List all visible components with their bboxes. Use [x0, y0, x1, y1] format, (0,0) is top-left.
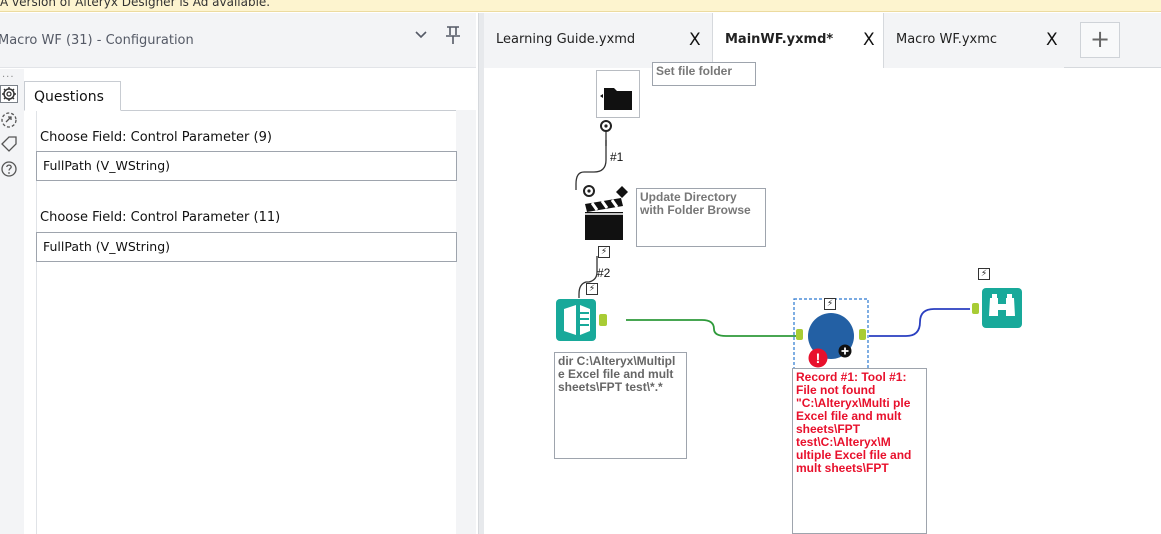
- connection-label: #2: [597, 266, 611, 280]
- update-banner-text: A version of Alteryx Designer is Ad avai…: [0, 0, 271, 9]
- browse-tool[interactable]: [972, 286, 1028, 330]
- error-badge-icon[interactable]: !: [808, 348, 828, 368]
- pin-icon[interactable]: [444, 25, 462, 45]
- question-label: Choose Field: Control Parameter (9): [40, 130, 272, 145]
- workflow-canvas[interactable]: Set file folder #1 Update Directory with…: [484, 62, 1161, 534]
- action-tool[interactable]: [582, 196, 626, 242]
- bolt-icon: ⚡: [598, 246, 610, 258]
- connector-line: [575, 140, 607, 190]
- folder-browse-tool[interactable]: [596, 70, 640, 118]
- configuration-header: Macro WF (31) - Configuration: [0, 13, 476, 68]
- help-icon[interactable]: [0, 160, 18, 178]
- bolt-icon: ⚡: [824, 298, 836, 310]
- config-side-rail: ...: [0, 69, 24, 534]
- directory-tool[interactable]: [556, 299, 618, 341]
- chevron-down-icon[interactable]: [413, 27, 429, 43]
- tab-questions[interactable]: Questions: [24, 81, 121, 111]
- connector-green-line: [626, 319, 798, 337]
- connection-label: #1: [610, 150, 624, 164]
- configuration-title: Macro WF (31) - Configuration: [0, 33, 194, 48]
- tab-learning-guide[interactable]: Learning Guide.yxmd X: [484, 13, 712, 68]
- bolt-icon: ⚡: [586, 283, 598, 295]
- rail-more-dots: ...: [2, 69, 15, 80]
- add-tab-button[interactable]: +: [1080, 22, 1120, 58]
- questions-panel-gutter: [456, 110, 476, 534]
- output-anchor-icon[interactable]: [599, 119, 613, 133]
- tab-label: MainWF.yxmd*: [725, 32, 834, 47]
- question-field-select[interactable]: FullPath (V_WString): [36, 151, 457, 181]
- macro-icon[interactable]: [0, 111, 18, 129]
- add-anchor-icon[interactable]: [838, 344, 852, 358]
- bolt-icon: ⚡: [978, 268, 990, 280]
- question-label: Choose Field: Control Parameter (11): [40, 210, 281, 225]
- close-icon[interactable]: X: [863, 30, 875, 50]
- tab-mainwf[interactable]: MainWF.yxmd* X: [712, 13, 884, 69]
- svg-text:!: !: [816, 350, 821, 366]
- tag-icon[interactable]: [0, 135, 18, 153]
- annotation-error: Record #1: Tool #1: File not found "C:\A…: [792, 368, 927, 534]
- annotation-directory: dir C:\Alteryx\Multipl e Excel file and …: [554, 352, 687, 459]
- annotation-update-directory: Update Directory with Folder Browse: [636, 188, 766, 247]
- configuration-panel: Macro WF (31) - Configuration ... Questi…: [0, 13, 476, 534]
- update-banner[interactable]: A version of Alteryx Designer is Ad avai…: [0, 0, 1161, 12]
- tab-label: Macro WF.yxmc: [896, 32, 998, 47]
- close-icon[interactable]: X: [1046, 30, 1058, 50]
- gear-icon[interactable]: [0, 85, 18, 103]
- close-icon[interactable]: X: [689, 30, 701, 50]
- workflow-tab-bar: Learning Guide.yxmd X MainWF.yxmd* X Mac…: [484, 13, 1161, 69]
- tab-macro-wf[interactable]: Macro WF.yxmc X: [884, 13, 1064, 68]
- question-field-select[interactable]: FullPath (V_WString): [36, 232, 457, 262]
- tab-label: Learning Guide.yxmd: [496, 32, 636, 47]
- annotation-folder-browse: Set file folder: [652, 62, 756, 86]
- connector-blue-line: [869, 308, 970, 337]
